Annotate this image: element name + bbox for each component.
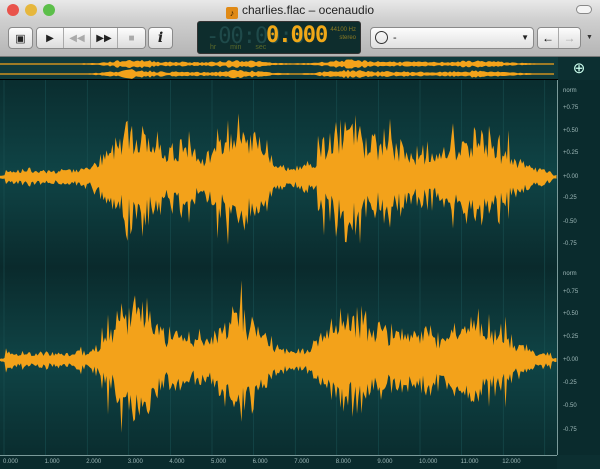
ruler-label: 4.000 bbox=[169, 459, 185, 465]
ruler-label: 3.000 bbox=[127, 459, 143, 465]
ruler-label: 12.000 bbox=[502, 459, 521, 465]
toolbar-toggle-button[interactable] bbox=[576, 5, 592, 14]
info-button[interactable]: i bbox=[148, 27, 173, 49]
ruler-label: 2.000 bbox=[86, 459, 102, 465]
ruler-label: 1.000 bbox=[44, 459, 60, 465]
ruler-label: 8.000 bbox=[335, 459, 351, 465]
play-button[interactable]: ▶ bbox=[37, 28, 64, 48]
scale-label: +0.75 bbox=[563, 289, 579, 295]
panel-icon: ▣ bbox=[15, 32, 26, 45]
minimize-button[interactable] bbox=[25, 4, 37, 16]
time-display: -00:00:0 0.000 hr min sec 44100 Hz stereo bbox=[197, 21, 361, 54]
scale-label: -0.50 bbox=[563, 219, 577, 225]
scale-label: norm bbox=[563, 88, 577, 94]
chevron-down-icon: ▼ bbox=[521, 33, 529, 42]
ruler-label: 10.000 bbox=[419, 459, 438, 465]
overview-channel-2 bbox=[0, 69, 554, 79]
history-value: - bbox=[393, 32, 397, 44]
time-units: hr min sec bbox=[210, 44, 267, 51]
scale-label: -0.50 bbox=[563, 403, 577, 409]
scale-label: norm bbox=[563, 271, 577, 277]
scale-label: -0.75 bbox=[563, 241, 577, 247]
clock-icon bbox=[375, 31, 388, 44]
stop-icon: ■ bbox=[128, 32, 135, 44]
forward-button[interactable]: → bbox=[559, 28, 580, 48]
arrow-left-icon: ← bbox=[542, 31, 554, 45]
close-button[interactable] bbox=[7, 4, 19, 16]
ruler-label: 9.000 bbox=[377, 459, 393, 465]
zoom-window-button[interactable] bbox=[43, 4, 55, 16]
scale-label: +0.00 bbox=[563, 174, 579, 180]
rewind-icon: ◀◀ bbox=[69, 32, 85, 44]
scale-label: +0.50 bbox=[563, 128, 579, 134]
waveform-view[interactable] bbox=[0, 80, 557, 455]
ruler-label: 6.000 bbox=[252, 459, 268, 465]
ruler-label: 0.000 bbox=[3, 459, 19, 465]
time-ruler[interactable]: 0.000 1.000 2.000 3.000 4.000 5.000 6.000 7.000… bbox=[0, 455, 557, 469]
overflow-menu-icon[interactable]: ▼ bbox=[586, 34, 593, 41]
waveform-overview[interactable] bbox=[0, 57, 558, 80]
amplitude-scale: norm +0.75 +0.50 +0.25 +0.00 -0.25 -0.50 -0.75 n… bbox=[557, 80, 600, 455]
channel-mode: stereo bbox=[339, 35, 356, 41]
time-value: 0.000 bbox=[266, 23, 328, 48]
scale-label: -0.25 bbox=[563, 195, 577, 201]
title-bar: ♪ charlies.flac – ocenaudio bbox=[0, 0, 600, 20]
toggle-panel-button[interactable]: ▣ bbox=[8, 27, 33, 49]
fast-forward-button[interactable]: ▶▶ bbox=[91, 28, 118, 48]
ruler-label: 5.000 bbox=[211, 459, 227, 465]
zoom-icon[interactable]: ⊕ bbox=[558, 57, 600, 80]
history-dropdown[interactable]: - ▼ bbox=[370, 27, 534, 49]
stop-button[interactable]: ■ bbox=[118, 28, 145, 48]
music-note-icon: ♪ bbox=[225, 7, 238, 19]
sample-rate: 44100 Hz bbox=[330, 27, 356, 33]
back-button[interactable]: ← bbox=[538, 28, 559, 48]
scale-label: +0.25 bbox=[563, 334, 579, 340]
overview-channel-1 bbox=[0, 59, 554, 69]
ruler-label: 11.000 bbox=[460, 459, 479, 465]
window-title: charlies.flac – ocenaudio bbox=[241, 3, 375, 17]
ruler-label: 7.000 bbox=[294, 459, 310, 465]
scale-label: -0.25 bbox=[563, 380, 577, 386]
scale-label: +0.50 bbox=[563, 311, 579, 317]
scale-label: +0.00 bbox=[563, 357, 579, 363]
scale-label: -0.75 bbox=[563, 427, 577, 433]
rewind-button[interactable]: ◀◀ bbox=[64, 28, 91, 48]
transport-controls: ▶ ◀◀ ▶▶ ■ bbox=[36, 27, 146, 49]
navigation-buttons: ← → bbox=[537, 27, 581, 49]
toolbar: ▣ ▶ ◀◀ ▶▶ ■ i -00:00:0 0.000 hr min sec … bbox=[0, 20, 600, 57]
scale-label: +0.75 bbox=[563, 105, 579, 111]
fast-forward-icon: ▶▶ bbox=[96, 32, 112, 44]
info-icon: i bbox=[157, 30, 164, 46]
arrow-right-icon: → bbox=[563, 31, 576, 45]
scale-label: +0.25 bbox=[563, 150, 579, 156]
play-icon: ▶ bbox=[46, 32, 54, 44]
